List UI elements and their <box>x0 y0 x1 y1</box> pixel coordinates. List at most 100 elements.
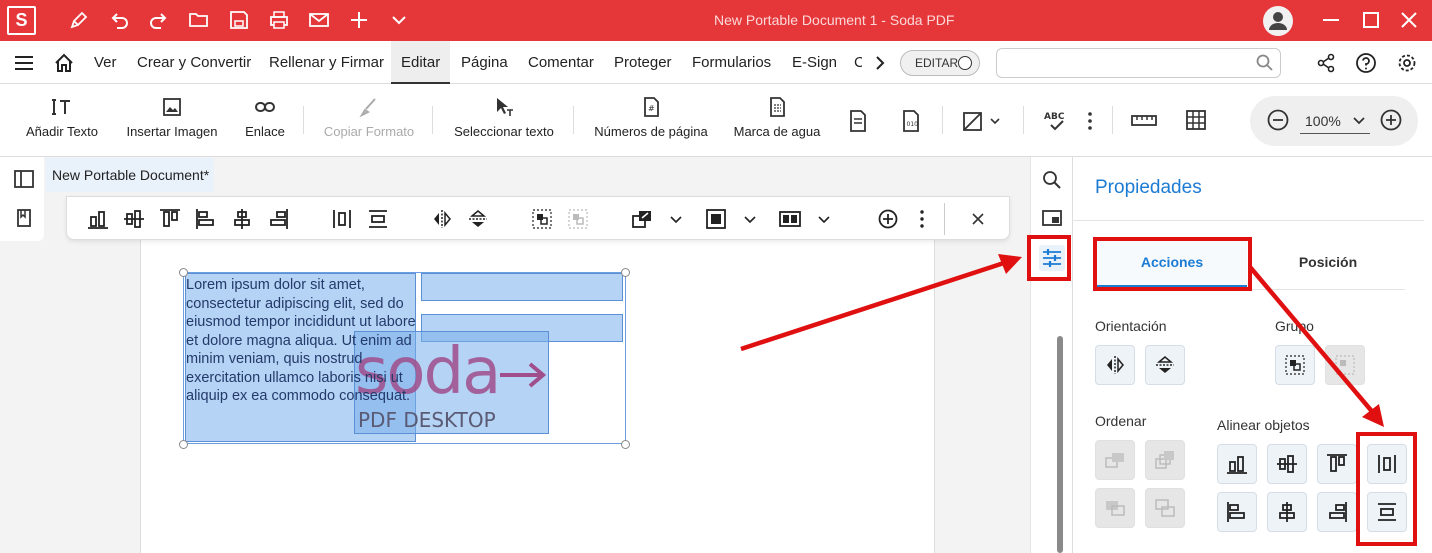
grid-icon[interactable] <box>1185 109 1207 131</box>
menu-esign[interactable]: E-Sign <box>792 41 837 84</box>
user-avatar[interactable] <box>1263 6 1293 36</box>
distribute-horizontal-icon[interactable] <box>331 208 353 230</box>
menu-crear-convertir[interactable]: Crear y Convertir <box>137 41 251 84</box>
resize-handle[interactable] <box>179 440 188 449</box>
flip-horizontal-button[interactable] <box>1095 345 1135 385</box>
tab-posicion[interactable]: Posición <box>1253 240 1403 288</box>
send-to-back-button[interactable] <box>1145 488 1185 528</box>
folder-open-icon[interactable] <box>188 9 210 31</box>
menu-editar[interactable]: Editar <box>391 41 451 84</box>
share-icon[interactable] <box>1315 52 1337 74</box>
page-numbers-button[interactable]: # Números de página <box>592 84 710 157</box>
resize-handle[interactable] <box>621 268 630 277</box>
align-bottom-button[interactable] <box>1217 444 1257 484</box>
ungroup-icon[interactable] <box>567 208 589 230</box>
mail-icon[interactable] <box>308 9 330 31</box>
panel-toggle-icon[interactable] <box>13 169 35 189</box>
add-circle-icon[interactable] <box>877 208 899 230</box>
align-center-icon <box>1279 502 1295 522</box>
flip-vertical-button[interactable] <box>1145 345 1185 385</box>
divider <box>1112 106 1113 134</box>
align-top-icon[interactable] <box>159 208 181 230</box>
minimize-icon[interactable] <box>1320 9 1342 31</box>
more-vertical-icon[interactable] <box>911 208 933 230</box>
border-style-icon[interactable] <box>779 208 801 230</box>
menu-rellenar-firmar[interactable]: Rellenar y Firmar <box>269 41 384 84</box>
zoom-in-icon[interactable] <box>1379 108 1403 132</box>
zoom-select[interactable]: 100% <box>1300 108 1370 134</box>
align-center-icon[interactable] <box>231 208 253 230</box>
resize-handle[interactable] <box>179 268 188 277</box>
bates-numbering-icon[interactable]: 010 <box>900 109 922 133</box>
menu-ver[interactable]: Ver <box>94 41 117 84</box>
group-button[interactable] <box>1275 345 1315 385</box>
redact-dropdown-icon[interactable] <box>962 109 1002 133</box>
resize-handle[interactable] <box>621 440 630 449</box>
home-icon[interactable] <box>53 52 75 74</box>
chevron-right-icon[interactable] <box>871 53 889 73</box>
link-button[interactable]: Enlace <box>240 84 290 157</box>
chevron-down-icon[interactable] <box>813 208 835 230</box>
spellcheck-icon[interactable]: ABC <box>1043 108 1069 134</box>
toggle-dot <box>958 56 972 70</box>
more-vertical-icon[interactable] <box>1081 110 1099 132</box>
undo-icon[interactable] <box>108 9 130 31</box>
menu-formularios[interactable]: Formularios <box>692 41 771 84</box>
pen-icon[interactable] <box>68 9 90 31</box>
align-middle-button[interactable] <box>1267 444 1307 484</box>
copy-format-button[interactable]: Copiar Formato <box>322 84 416 157</box>
plus-icon[interactable] <box>348 9 370 31</box>
select-text-button[interactable]: Seleccionar texto <box>452 84 556 157</box>
search-icon[interactable] <box>1041 169 1063 191</box>
hamburger-icon[interactable] <box>13 52 35 74</box>
align-right-button[interactable] <box>1317 492 1357 532</box>
arrange-icon[interactable] <box>631 208 653 230</box>
fill-color-icon[interactable] <box>705 208 727 230</box>
ungroup-button[interactable] <box>1325 345 1365 385</box>
maximize-icon[interactable] <box>1360 9 1382 31</box>
ungroup-icon <box>1335 355 1355 375</box>
scrollbar-thumb[interactable] <box>1057 336 1063 553</box>
chevron-down-icon[interactable] <box>665 208 687 230</box>
align-bottom-icon[interactable] <box>87 208 109 230</box>
help-icon[interactable] <box>1355 52 1377 74</box>
redo-icon[interactable] <box>148 9 170 31</box>
save-icon[interactable] <box>228 9 250 31</box>
document-tab[interactable]: New Portable Document* <box>46 158 214 192</box>
zoom-out-icon[interactable] <box>1266 108 1290 132</box>
bookmark-icon[interactable] <box>15 208 33 228</box>
send-backward-button[interactable] <box>1095 488 1135 528</box>
chevron-down-icon[interactable] <box>388 9 410 31</box>
flip-vertical-icon[interactable] <box>467 208 489 230</box>
close-icon[interactable] <box>1398 9 1420 31</box>
align-left-icon[interactable] <box>195 208 217 230</box>
menu-truncated[interactable]: C <box>854 41 862 84</box>
align-top-button[interactable] <box>1317 444 1357 484</box>
chevron-down-icon[interactable] <box>739 208 761 230</box>
close-toolbar-icon[interactable] <box>967 208 989 230</box>
add-text-button[interactable]: Añadir Texto <box>22 84 102 157</box>
edit-toggle[interactable]: EDITAR <box>900 50 980 76</box>
watermark-button[interactable]: Marca de agua <box>730 84 824 157</box>
insert-image-button[interactable]: Insertar Imagen <box>124 84 220 157</box>
search-input[interactable] <box>996 48 1281 78</box>
group-icon[interactable] <box>531 208 553 230</box>
align-right-icon[interactable] <box>267 208 289 230</box>
align-center-button[interactable] <box>1267 492 1307 532</box>
selection-bounding-box[interactable] <box>183 272 626 444</box>
distribute-vertical-icon[interactable] <box>367 208 389 230</box>
app-logo[interactable]: S <box>7 6 36 35</box>
menu-proteger[interactable]: Proteger <box>614 41 672 84</box>
bring-forward-button[interactable] <box>1095 440 1135 480</box>
print-icon[interactable] <box>268 9 290 31</box>
ruler-icon[interactable] <box>1130 110 1158 132</box>
flip-horizontal-icon[interactable] <box>431 208 453 230</box>
align-middle-icon[interactable] <box>123 208 145 230</box>
settings-icon[interactable] <box>1396 52 1418 74</box>
header-footer-icon[interactable] <box>847 109 869 133</box>
menu-pagina[interactable]: Página <box>461 41 508 84</box>
menu-comentar[interactable]: Comentar <box>528 41 594 84</box>
thumbnail-panel-icon[interactable] <box>1041 207 1063 229</box>
align-left-button[interactable] <box>1217 492 1257 532</box>
bring-to-front-button[interactable] <box>1145 440 1185 480</box>
